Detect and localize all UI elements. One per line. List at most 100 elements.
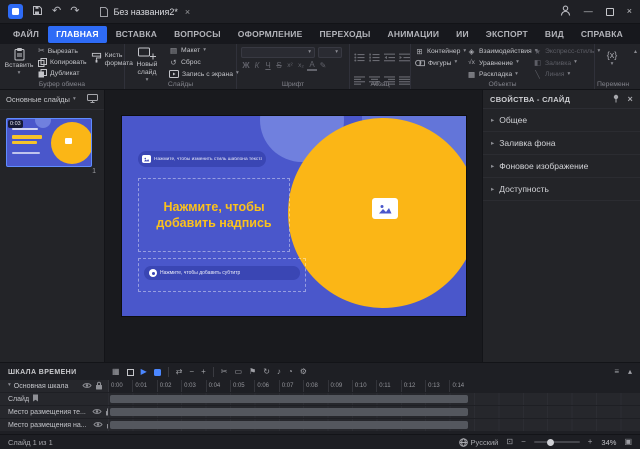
lock-toggle[interactable] <box>95 381 103 392</box>
tab-view[interactable]: ВИД <box>537 26 572 43</box>
duplicate-button[interactable]: Дубликат <box>38 69 87 78</box>
indent-increase-button[interactable] <box>399 49 410 67</box>
fill-button[interactable]: ◧ Заливка ▾ <box>533 59 591 68</box>
font-family-select[interactable]: ▾ <box>241 47 315 58</box>
monitor-icon[interactable] <box>87 94 98 105</box>
timeline-menu-button[interactable]: ≡ <box>614 368 619 376</box>
collapse-timeline-button[interactable]: ▴ <box>628 368 632 376</box>
cut-button[interactable]: ✂ Вырезать <box>38 47 87 55</box>
timeline-settings-button[interactable]: ⚙ <box>300 368 307 376</box>
zoom-slider[interactable] <box>534 441 580 443</box>
tab-help[interactable]: СПРАВКА <box>573 26 631 43</box>
numbered-list-button[interactable] <box>369 49 380 67</box>
font-color-button[interactable]: А <box>307 61 317 71</box>
view-mode-button[interactable]: ▦ <box>112 368 120 376</box>
tab-questions[interactable]: ВОПРОСЫ <box>166 26 229 43</box>
timeline-zoom-out-button[interactable]: − <box>189 368 194 376</box>
tab-animations[interactable]: АНИМАЦИИ <box>380 26 448 43</box>
visibility-toggle[interactable] <box>92 408 102 417</box>
zoom-out-button[interactable]: − <box>521 438 526 446</box>
zoom-slider-handle[interactable] <box>547 439 554 446</box>
tab-export[interactable]: ЭКСПОРТ <box>478 26 536 43</box>
close-properties-button[interactable]: × <box>627 95 633 104</box>
interactions-button[interactable]: ◈ Взаимодействия ▾ <box>467 47 529 56</box>
fit-slide-button[interactable]: ⊡ <box>506 438 513 446</box>
redo-button[interactable]: ↷ <box>70 6 79 17</box>
loop-button[interactable]: ↻ <box>263 368 270 376</box>
layout-button[interactable]: ▤ Макет ▾ <box>169 47 239 55</box>
zoom-in-button[interactable]: + <box>588 438 593 446</box>
close-button[interactable]: × <box>627 7 632 16</box>
superscript-button[interactable]: x² <box>285 61 295 71</box>
equation-button[interactable]: √x Уравнение ▾ <box>467 59 529 68</box>
fit-timeline-button[interactable]: ⇄ <box>176 368 183 376</box>
shapes-button[interactable]: Фигуры ▾ <box>415 59 463 68</box>
new-slide-button[interactable]: Новый слайд ▾ <box>129 47 165 84</box>
undo-button[interactable]: ↶ <box>52 6 61 17</box>
tab-insert[interactable]: ВСТАВКА <box>108 26 165 43</box>
line-button[interactable]: ╲ Линия ▾ <box>533 70 591 79</box>
bold-button[interactable]: Ж <box>241 61 251 71</box>
copy-button[interactable]: Копировать <box>38 58 87 67</box>
image-placeholder[interactable] <box>372 198 398 219</box>
fit-page-button[interactable]: ▣ <box>624 438 632 446</box>
track-bar-placeholder-text[interactable] <box>110 408 468 416</box>
user-avatar-button[interactable] <box>560 3 571 21</box>
tab-ai[interactable]: ИИ <box>448 26 477 43</box>
timeline-zoom-in-button[interactable]: + <box>201 368 206 376</box>
highlight-button[interactable]: ✎ <box>318 61 328 71</box>
minimize-button[interactable]: — <box>584 7 593 16</box>
range-button[interactable]: ▭ <box>234 368 242 376</box>
clock-button[interactable]: ◔ <box>288 368 293 376</box>
bullet-list-button[interactable] <box>354 49 365 67</box>
underline-button[interactable]: Ч <box>263 61 273 71</box>
visibility-toggle[interactable] <box>82 382 92 391</box>
visibility-toggle[interactable] <box>93 421 103 430</box>
slide-canvas[interactable]: Нажмите, чтобы изменить стиль шаблона те… <box>105 90 482 362</box>
tab-file[interactable]: ФАЙЛ <box>5 26 47 43</box>
paste-button[interactable]: Вставить ▾ <box>4 47 34 77</box>
marker-button[interactable]: ⚑ <box>249 368 256 376</box>
screen-record-button[interactable]: Запись с экрана ▾ <box>169 70 239 78</box>
section-background-fill[interactable]: ▸ Заливка фона <box>483 132 640 155</box>
section-general[interactable]: ▸ Общее <box>483 109 640 132</box>
slides-view-dropdown[interactable]: Основные слайды ▾ <box>0 90 104 110</box>
slide[interactable]: Нажмите, чтобы изменить стиль шаблона те… <box>122 116 466 316</box>
italic-button[interactable]: К <box>252 61 262 71</box>
quick-style-button[interactable]: ★ Экспресс-стиль ▾ <box>533 47 591 56</box>
stop-button[interactable] <box>127 369 134 376</box>
section-accessibility[interactable]: ▸ Доступность <box>483 178 640 201</box>
format-brush-button[interactable]: Кисть формата <box>91 47 129 68</box>
pin-button[interactable] <box>612 94 620 105</box>
play-button[interactable]: ▶ <box>141 368 147 376</box>
tab-transitions[interactable]: ПЕРЕХОДЫ <box>311 26 378 43</box>
document-close-button[interactable]: × <box>185 7 190 17</box>
indent-decrease-button[interactable] <box>384 49 395 67</box>
tab-home[interactable]: ГЛАВНАЯ <box>48 26 107 43</box>
ribbon-collapse-button[interactable]: ▴ <box>634 48 637 55</box>
trim-button[interactable]: ✂ <box>221 368 228 376</box>
reset-button[interactable]: ↺ Сброс <box>169 59 239 67</box>
record-button[interactable] <box>154 369 161 376</box>
subtitle-placeholder[interactable]: Нажмите, чтобы добавить субтитр <box>138 258 306 292</box>
save-button[interactable] <box>32 5 43 19</box>
language-button[interactable]: Русский <box>459 438 499 447</box>
sound-button[interactable]: ♪ <box>277 368 281 376</box>
timeline-ruler[interactable]: 0:00 0:01 0:02 0:03 0:04 0:05 0:06 0:07 … <box>108 380 640 392</box>
maximize-button[interactable] <box>606 8 614 16</box>
section-background-image[interactable]: ▸ Фоновое изображение <box>483 155 640 178</box>
collapse-track-icon[interactable]: ▾ <box>8 383 11 389</box>
track-bar-placeholder-title[interactable] <box>110 421 468 429</box>
track-bar-slide[interactable] <box>110 395 468 403</box>
variables-button[interactable]: {x} ▾ <box>599 47 625 67</box>
subscript-button[interactable]: x₂ <box>296 61 306 71</box>
ribbon-group-clipboard: Вставить ▾ ✂ Вырезать Копировать Дублика… <box>0 44 125 89</box>
container-button[interactable]: ⊞ Контейнер ▾ <box>415 47 463 56</box>
template-style-placeholder[interactable]: Нажмите, чтобы изменить стиль шаблона те… <box>138 151 266 167</box>
app-logo-icon[interactable] <box>8 4 23 19</box>
title-placeholder[interactable]: Нажмите, чтобы добавить надпись <box>138 178 290 252</box>
strikethrough-button[interactable]: S <box>274 61 284 71</box>
font-size-select[interactable]: ▾ <box>318 47 342 58</box>
layout-grid-button[interactable]: ▦ Раскладка ▾ <box>467 70 529 79</box>
tab-design[interactable]: ОФОРМЛЕНИЕ <box>230 26 311 43</box>
